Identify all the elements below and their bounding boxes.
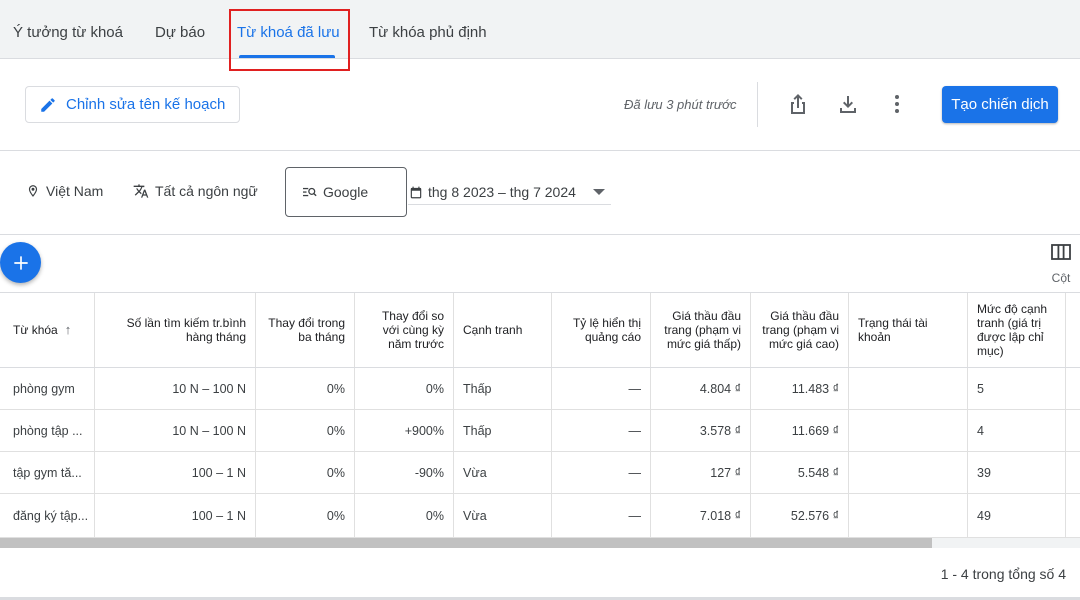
create-campaign-button[interactable]: Tạo chiến dịch: [942, 86, 1058, 123]
tab-negative-keywords[interactable]: Từ khóa phủ định: [369, 0, 487, 59]
cell-keyword: phòng gym: [0, 368, 95, 409]
tab-keyword-ideas[interactable]: Ý tưởng từ khoá: [13, 0, 123, 59]
cell-account-status: [849, 368, 968, 409]
dropdown-caret-icon: [593, 189, 605, 195]
cell-bid-low: 7.018 ₫: [651, 494, 751, 537]
cell-impression-share: —: [552, 452, 651, 493]
header-ad-impression-share[interactable]: Tỷ lệ hiển thị quảng cáo: [552, 293, 651, 367]
header-top-bid-low[interactable]: Giá thầu đầu trang (phạm vi mức giá thấp…: [651, 293, 751, 367]
cell-impression-share: —: [552, 410, 651, 451]
cell-competition: Vừa: [454, 494, 552, 537]
cell-three-month: 0%: [256, 410, 355, 451]
cell-competition-index: 39: [968, 452, 1066, 493]
location-label: Việt Nam: [46, 183, 104, 199]
edit-plan-name-label: Chỉnh sửa tên kế hoạch: [66, 96, 226, 113]
columns-icon: [1051, 244, 1071, 260]
cell-searches: 100 – 1 N: [95, 494, 256, 537]
saved-status: Đã lưu 3 phút trước: [624, 97, 737, 112]
table-row[interactable]: phòng gym 10 N – 100 N 0% 0% Thấp — 4.80…: [0, 368, 1080, 410]
horizontal-scrollbar[interactable]: [0, 538, 1080, 548]
language-label: Tất cả ngôn ngữ: [155, 183, 258, 199]
columns-label: Cột: [1051, 271, 1071, 285]
cell-yoy: +900%: [355, 410, 454, 451]
cell-three-month: 0%: [256, 494, 355, 537]
edit-plan-name-button[interactable]: Chỉnh sửa tên kế hoạch: [25, 86, 240, 123]
cell-bid-high: 52.576 ₫: [751, 494, 849, 537]
toolbar-divider: [757, 82, 758, 127]
pencil-icon: [39, 96, 57, 114]
location-pin-icon: [26, 183, 40, 199]
header-avg-monthly-searches[interactable]: Số lần tìm kiếm tr.bình hàng tháng: [95, 293, 256, 367]
header-three-month-change[interactable]: Thay đổi trong ba tháng: [256, 293, 355, 367]
cell-competition: Thấp: [454, 410, 552, 451]
translate-icon: [133, 183, 149, 199]
cell-bid-high: 11.483 ₫: [751, 368, 849, 409]
sort-arrow-up-icon: ↑: [64, 322, 72, 337]
cell-bid-low: 4.804 ₫: [651, 368, 751, 409]
cell-yoy: -90%: [355, 452, 454, 493]
table-header-row: Từ khóa ↑ Số lần tìm kiếm tr.bình hàng t…: [0, 292, 1080, 368]
header-keyword[interactable]: Từ khóa ↑: [0, 293, 95, 367]
toolbar-bottom-divider: [0, 150, 1080, 151]
date-range-label: thg 8 2023 – thg 7 2024: [428, 184, 576, 200]
table-row[interactable]: tập gym tă... 100 – 1 N 0% -90% Vừa — 12…: [0, 452, 1080, 494]
cell-impression-share: —: [552, 368, 651, 409]
cell-bid-high: 5.548 ₫: [751, 452, 849, 493]
pagination-summary: 1 - 4 trong tổng số 4: [940, 566, 1066, 582]
table-row[interactable]: phòng tập ... 10 N – 100 N 0% +900% Thấp…: [0, 410, 1080, 452]
active-tab-indicator: [239, 55, 335, 58]
tab-forecast[interactable]: Dự báo: [155, 0, 205, 59]
calendar-icon: [409, 185, 423, 200]
cell-keyword: phòng tập ...: [0, 410, 95, 451]
tab-bar: Ý tưởng từ khoá Dự báo Từ khoá đã lưu Từ…: [0, 0, 1080, 59]
language-filter[interactable]: Tất cả ngôn ngữ: [133, 183, 258, 199]
header-competition-index[interactable]: Mức độ cạnh tranh (giá trị được lập chỉ …: [968, 293, 1066, 367]
scrollbar-thumb[interactable]: [0, 538, 932, 548]
location-filter[interactable]: Việt Nam: [26, 183, 103, 199]
header-account-status[interactable]: Trạng thái tài khoản: [849, 293, 968, 367]
cell-competition: Thấp: [454, 368, 552, 409]
columns-button[interactable]: Cột: [1046, 244, 1076, 285]
cell-bid-low: 3.578 ₫: [651, 410, 751, 451]
header-yoy-change[interactable]: Thay đổi so với cùng kỳ năm trước: [355, 293, 454, 367]
network-label: Google: [323, 184, 369, 200]
cell-bid-high: 11.669 ₫: [751, 410, 849, 451]
cell-searches: 10 N – 100 N: [95, 410, 256, 451]
add-keyword-button[interactable]: [0, 242, 41, 283]
cell-keyword: đăng ký tập...: [0, 494, 95, 537]
filters-bottom-divider: [0, 234, 1080, 235]
header-top-bid-high[interactable]: Giá thầu đầu trang (phạm vi mức giá cao): [751, 293, 849, 367]
plus-icon: [11, 253, 31, 273]
cell-searches: 10 N – 100 N: [95, 368, 256, 409]
cell-keyword: tập gym tă...: [0, 452, 95, 493]
date-range-picker[interactable]: thg 8 2023 – thg 7 2024: [408, 180, 611, 205]
cell-searches: 100 – 1 N: [95, 452, 256, 493]
cell-three-month: 0%: [256, 452, 355, 493]
download-icon[interactable]: [836, 92, 860, 116]
header-next-column: [1066, 293, 1080, 367]
cell-account-status: [849, 410, 968, 451]
cell-competition: Vừa: [454, 452, 552, 493]
cell-bid-low: 127 ₫: [651, 452, 751, 493]
cell-three-month: 0%: [256, 368, 355, 409]
header-competition[interactable]: Cạnh tranh: [454, 293, 552, 367]
cell-yoy: 0%: [355, 494, 454, 537]
cell-competition-index: 49: [968, 494, 1066, 537]
cell-impression-share: —: [552, 494, 651, 537]
cell-account-status: [849, 494, 968, 537]
cell-competition-index: 5: [968, 368, 1066, 409]
tab-saved-keywords[interactable]: Từ khoá đã lưu: [237, 0, 340, 59]
table-row[interactable]: đăng ký tập... 100 – 1 N 0% 0% Vừa — 7.0…: [0, 494, 1080, 538]
share-icon[interactable]: [786, 91, 810, 115]
cell-competition-index: 4: [968, 410, 1066, 451]
network-filter[interactable]: Google: [285, 167, 407, 217]
cell-account-status: [849, 452, 968, 493]
cell-yoy: 0%: [355, 368, 454, 409]
more-vert-icon[interactable]: [885, 92, 909, 116]
search-network-icon: [303, 186, 317, 198]
